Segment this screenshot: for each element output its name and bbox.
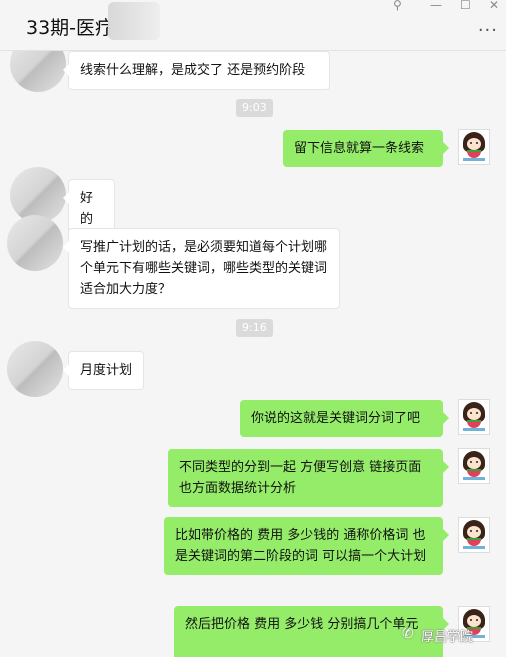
contact-avatar[interactable] (7, 341, 63, 397)
message-bubble: 写推广计划的话，是必须要知道每个计划哪个单元下有哪些关键词，哪些类型的关键词适合… (63, 228, 340, 309)
my-avatar[interactable] (458, 399, 490, 435)
wechat-icon: ✆ (402, 626, 414, 642)
timestamp: 9:16 (236, 319, 273, 337)
close-icon[interactable]: ✕ (489, 0, 499, 12)
my-avatar[interactable] (458, 448, 490, 484)
message-bubble: 你说的这就是关键词分词了吧 (240, 400, 449, 437)
message-bubble: 线索什么理解，是成交了 还是预约阶段 (63, 51, 330, 90)
message-bubble: 不同类型的分到一起 方便写创意 链接页面 也方面数据统计分析 (168, 449, 449, 507)
more-icon[interactable]: ··· (478, 20, 498, 41)
watermark: 厚昌学院 (421, 630, 474, 645)
title-bar: 33期-医疗- ⚲ — ☐ ✕ ··· (0, 0, 506, 51)
pin-icon[interactable]: ⚲ (393, 0, 402, 12)
maximize-icon[interactable]: ☐ (460, 0, 471, 12)
contact-avatar[interactable] (10, 51, 66, 92)
message-bubble: 留下信息就算一条线索 (283, 130, 449, 167)
contact-avatar[interactable] (7, 215, 63, 271)
minimize-icon[interactable]: — (430, 0, 442, 12)
message-bubble: 比如带价格的 费用 多少钱的 通称价格词 也是关键词的第二阶段的词 可以搞一个大… (164, 517, 449, 575)
message-list[interactable]: 线索什么理解，是成交了 还是预约阶段 9:03 留下信息就算一条线索 好的 写推… (0, 51, 506, 657)
message-bubble: 月度计划 (63, 351, 144, 390)
my-avatar[interactable] (458, 129, 490, 165)
chat-title: 33期-医疗- (26, 17, 121, 39)
timestamp: 9:03 (236, 99, 273, 117)
title-blur (108, 2, 160, 40)
my-avatar[interactable] (458, 517, 490, 553)
